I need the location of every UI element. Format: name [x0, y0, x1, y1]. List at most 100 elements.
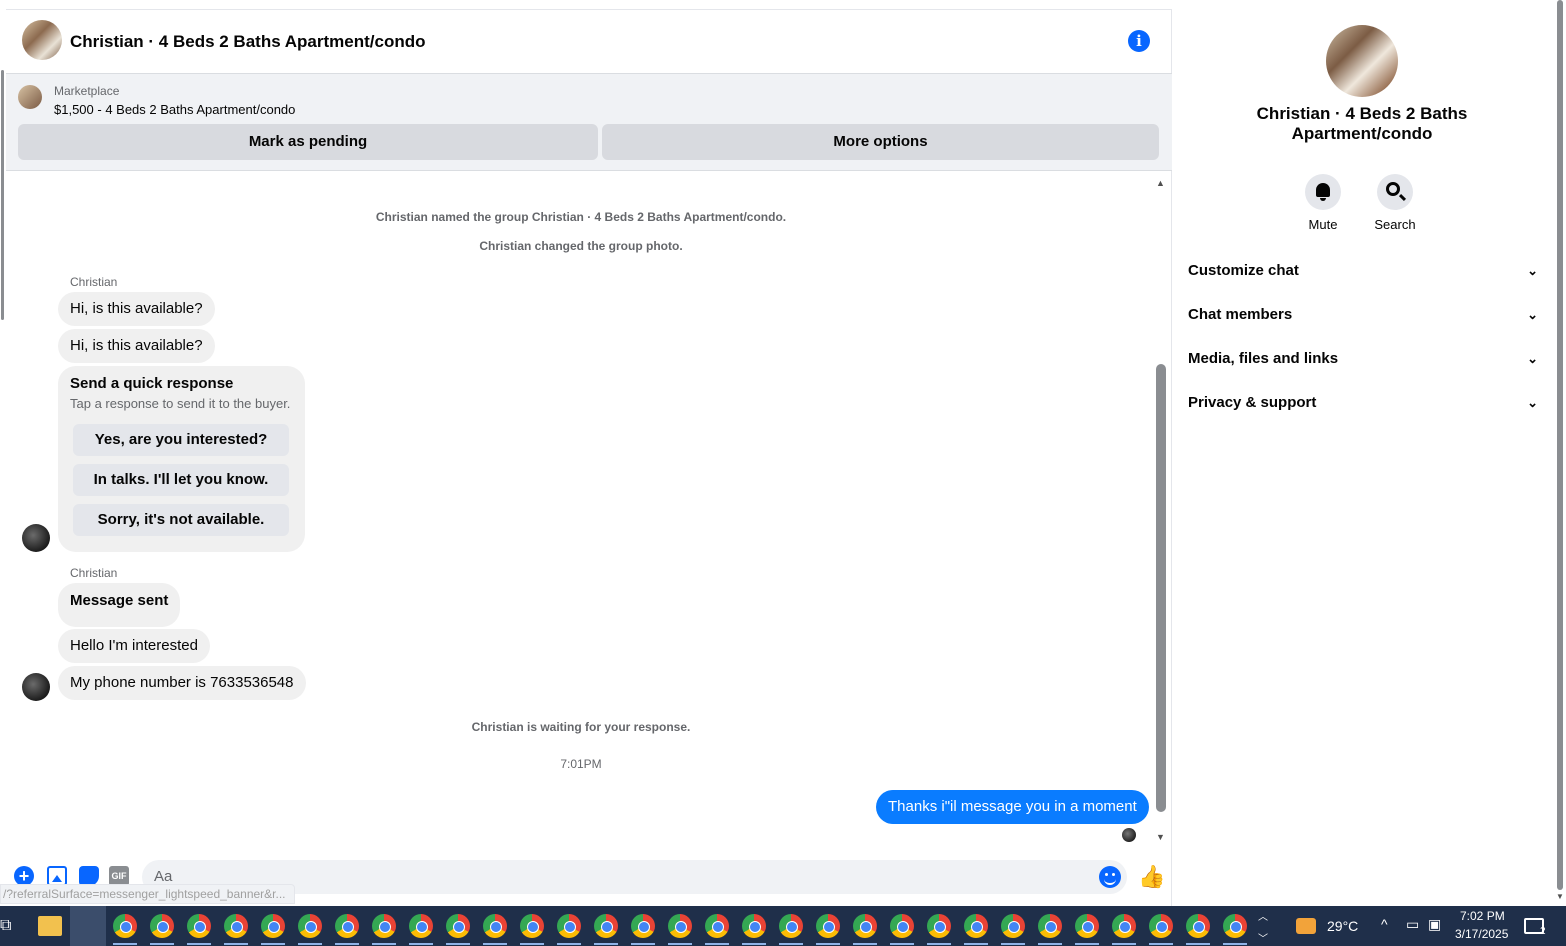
network-icon[interactable]: ▭: [1406, 916, 1419, 933]
chat-avatar[interactable]: [22, 20, 62, 60]
search-action[interactable]: Search: [1365, 174, 1425, 232]
running-indicator: [890, 943, 914, 945]
monitor-icon[interactable]: ▣: [1428, 916, 1441, 933]
message-bubble[interactable]: Hello I'm interested: [58, 629, 210, 663]
taskbar-scroll-down-icon[interactable]: ﹀: [1258, 930, 1268, 945]
browser-profile-icon[interactable]: [927, 914, 951, 938]
browser-profile-icon[interactable]: [446, 914, 470, 938]
browser-profile-icon[interactable]: [150, 914, 174, 938]
running-indicator: [187, 943, 211, 945]
gif-icon[interactable]: GIF: [109, 866, 129, 886]
mark-pending-button[interactable]: Mark as pending: [18, 124, 598, 160]
clock-date[interactable]: 3/17/2025: [1455, 927, 1508, 941]
section-privacy-support[interactable]: Privacy & support ⌄: [1188, 389, 1538, 417]
browser-profile-icon[interactable]: [853, 914, 877, 938]
browser-profile-icon[interactable]: [335, 914, 359, 938]
listing-title[interactable]: $1,500 - 4 Beds 2 Baths Apartment/condo: [54, 102, 295, 117]
browser-profile-icon[interactable]: [261, 914, 285, 938]
chat-scrollbar-thumb[interactable]: [1156, 364, 1166, 812]
quick-response-option[interactable]: In talks. I'll let you know.: [73, 464, 289, 496]
top-divider: [6, 0, 1172, 10]
browser-profile-icon[interactable]: [742, 914, 766, 938]
browser-profile-icon[interactable]: [594, 914, 618, 938]
browser-profile-icon[interactable]: [520, 914, 544, 938]
page-scrollbar-thumb[interactable]: [1557, 0, 1563, 890]
quick-response-card: Send a quick response Tap a response to …: [58, 366, 305, 552]
running-indicator: [224, 943, 248, 945]
running-indicator: [1223, 943, 1247, 945]
quick-response-option[interactable]: Yes, are you interested?: [73, 424, 289, 456]
mute-action[interactable]: Mute: [1293, 174, 1353, 232]
browser-profile-icon[interactable]: [1223, 914, 1247, 938]
chat-header: Christian · 4 Beds 2 Baths Apartment/con…: [6, 10, 1172, 74]
scroll-down-arrow-icon[interactable]: ▼: [1556, 892, 1564, 901]
browser-profile-icon[interactable]: [631, 914, 655, 938]
marketplace-label: Marketplace: [54, 84, 120, 98]
sender-name: Christian: [70, 275, 118, 289]
browser-profile-icon[interactable]: [779, 914, 803, 938]
file-explorer-icon[interactable]: [38, 916, 62, 936]
running-indicator: [1149, 943, 1173, 945]
thumbs-up-icon[interactable]: 👍: [1138, 864, 1165, 890]
browser-profile-icon[interactable]: [113, 914, 137, 938]
running-indicator: [631, 943, 655, 945]
message-bubble[interactable]: My phone number is 7633536548: [58, 666, 306, 700]
search-icon[interactable]: [1377, 174, 1413, 210]
browser-profile-icon[interactable]: [1186, 914, 1210, 938]
active-app-icon[interactable]: [70, 906, 106, 946]
search-label: Search: [1374, 217, 1416, 232]
clock-time[interactable]: 7:02 PM: [1460, 909, 1505, 923]
section-chat-members[interactable]: Chat members ⌄: [1188, 301, 1538, 329]
scroll-down-arrow-icon[interactable]: ▼: [1156, 832, 1165, 842]
outgoing-message-bubble[interactable]: Thanks i"il message you in a moment: [876, 790, 1149, 824]
sender-avatar[interactable]: [22, 524, 50, 552]
browser-profile-icon[interactable]: [816, 914, 840, 938]
listing-thumbnail[interactable]: [18, 85, 42, 109]
quick-response-option[interactable]: Sorry, it's not available.: [73, 504, 289, 536]
message-bubble[interactable]: Message sent: [58, 583, 181, 627]
browser-profile-icon[interactable]: [1038, 914, 1062, 938]
browser-profile-icon[interactable]: [668, 914, 692, 938]
section-customize-chat[interactable]: Customize chat ⌄: [1188, 257, 1538, 285]
browser-profile-icon[interactable]: [298, 914, 322, 938]
weather-icon[interactable]: [1296, 918, 1316, 934]
browser-profile-icon[interactable]: [483, 914, 507, 938]
running-indicator: [594, 943, 618, 945]
browser-profile-icon[interactable]: [1149, 914, 1173, 938]
browser-profile-icon[interactable]: [224, 914, 248, 938]
scroll-up-arrow-icon[interactable]: ▲: [1156, 178, 1165, 188]
browser-profile-icon[interactable]: [1001, 914, 1025, 938]
browser-profile-icon[interactable]: [705, 914, 729, 938]
emoji-icon[interactable]: [1099, 866, 1121, 888]
bell-icon[interactable]: [1305, 174, 1341, 210]
group-photo[interactable]: [1326, 25, 1398, 97]
waiting-notice: Christian is waiting for your response.: [471, 720, 691, 734]
info-icon[interactable]: i: [1128, 30, 1150, 52]
temperature[interactable]: 29°C: [1327, 918, 1358, 934]
chevron-down-icon: ⌄: [1527, 395, 1538, 410]
section-media-files-links[interactable]: Media, files and links ⌄: [1188, 345, 1538, 373]
chat-title[interactable]: Christian · 4 Beds 2 Baths Apartment/con…: [70, 32, 425, 52]
browser-profile-icon[interactable]: [890, 914, 914, 938]
chevron-up-icon[interactable]: ^: [1381, 916, 1388, 932]
photo-icon[interactable]: [47, 866, 67, 886]
more-options-button[interactable]: More options: [602, 124, 1159, 160]
browser-profile-icon[interactable]: [1075, 914, 1099, 938]
chat-pane: Christian · 4 Beds 2 Baths Apartment/con…: [6, 10, 1172, 906]
page-scrollbar[interactable]: ▼: [1554, 0, 1566, 906]
plus-icon[interactable]: +: [14, 866, 34, 886]
taskbar-scroll-up-icon[interactable]: ︿: [1258, 908, 1268, 923]
message-bubble[interactable]: Hi, is this available?: [58, 292, 215, 326]
browser-profile-icon[interactable]: [557, 914, 581, 938]
timestamp: 7:01PM: [560, 757, 602, 771]
browser-profile-icon[interactable]: [1112, 914, 1136, 938]
sticker-icon[interactable]: [79, 866, 99, 886]
sender-avatar[interactable]: [22, 673, 50, 701]
message-bubble[interactable]: Hi, is this available?: [58, 329, 215, 363]
task-view-icon[interactable]: ⧉: [0, 916, 14, 936]
browser-profile-icon[interactable]: [964, 914, 988, 938]
browser-profile-icon[interactable]: [187, 914, 211, 938]
browser-profile-icon[interactable]: [372, 914, 396, 938]
running-indicator: [113, 943, 137, 945]
browser-profile-icon[interactable]: [409, 914, 433, 938]
